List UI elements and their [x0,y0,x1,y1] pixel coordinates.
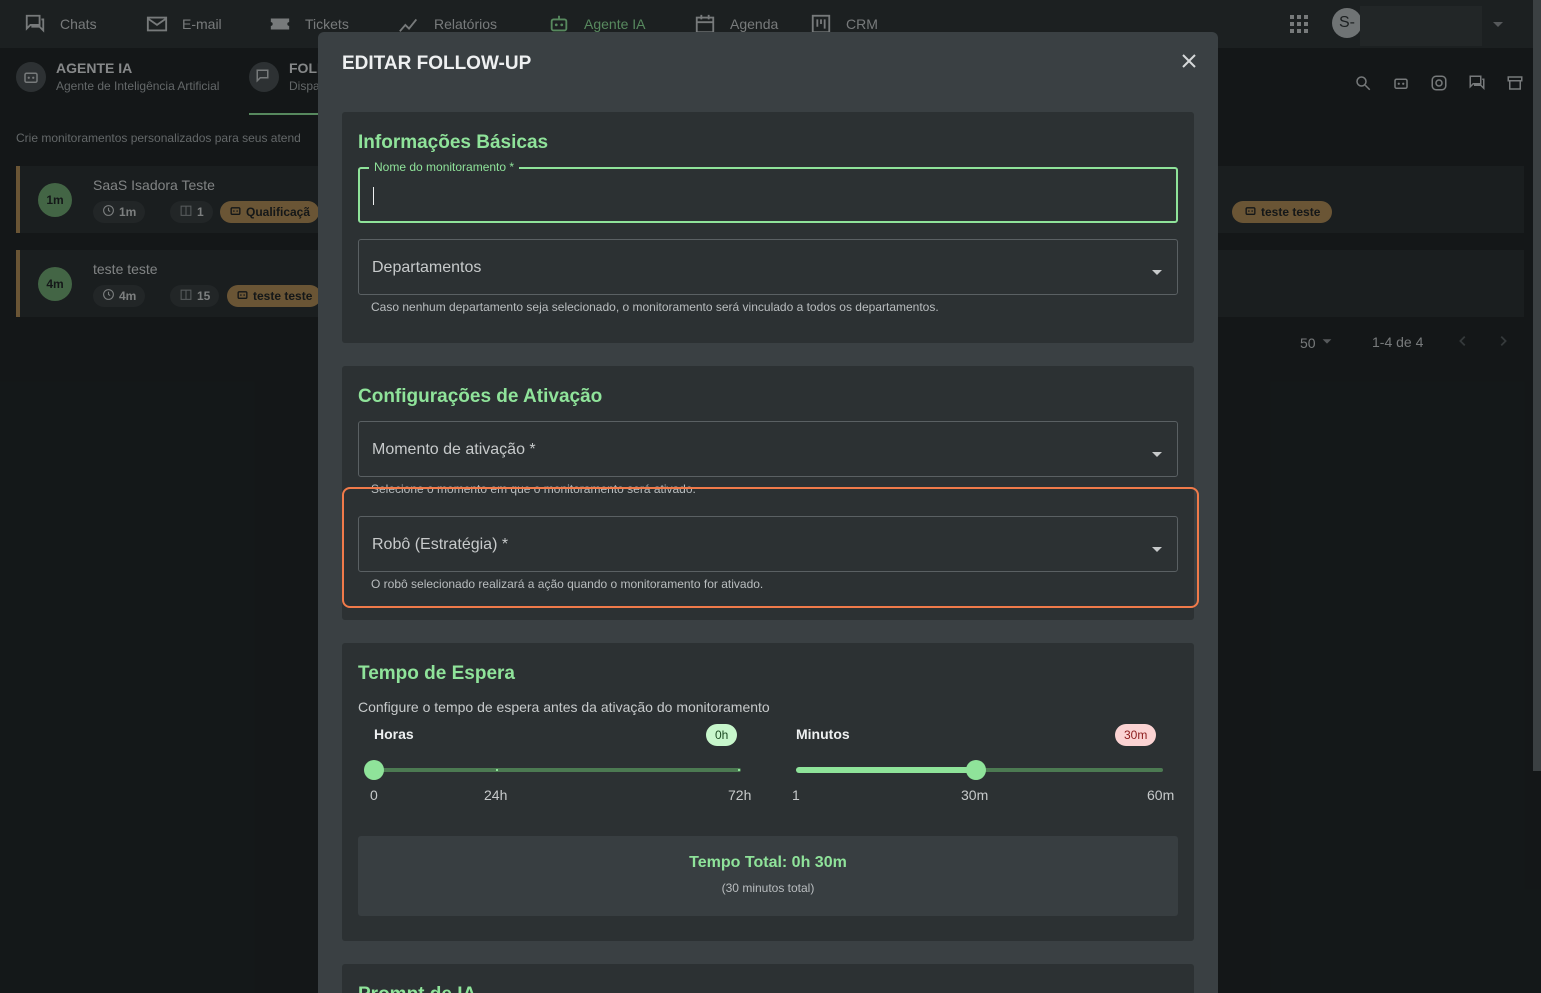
minutes-tick-label: 60m [1147,787,1175,803]
helper-text: Caso nenhum departamento seja selecionad… [371,300,939,314]
dialog-title: EDITAR FOLLOW-UP [342,53,532,74]
monitoring-name-input[interactable]: Nome do monitoramento * [358,160,1178,223]
minutes-slider-thumb[interactable] [966,760,987,780]
section-description: Configure o tempo de espera antes da ati… [358,699,770,715]
highlight-box [342,487,1199,608]
field-label: Departamentos [372,259,482,276]
hours-slider-thumb[interactable] [364,760,384,780]
section-title: Tempo de Espera [358,663,515,684]
page-scrollbar[interactable] [1533,0,1541,771]
minutes-badge: 30m [1115,724,1157,746]
field-label: Momento de ativação * [372,441,536,458]
section-title: Prompt de IA [358,984,476,993]
chevron-down-icon [1151,264,1163,282]
hours-tick-label: 0 [370,787,378,803]
total-time: Tempo Total: 0h 30m [689,854,847,871]
hours-tick-label: 24h [484,787,508,803]
minutes-tick-label: 30m [961,787,989,803]
total-time-minutes: (30 minutos total) [721,881,815,895]
hours-slider-tick [738,769,740,771]
chevron-down-icon [1151,446,1163,464]
activation-moment-select[interactable]: Momento de ativação * [358,421,1178,477]
minutes-slider-fill [796,767,977,773]
hours-slider-track[interactable] [374,768,741,772]
ai-prompt-section: Prompt de IA [342,964,1194,993]
hours-slider-tick [496,769,498,771]
departments-select[interactable]: Departamentos [358,239,1178,295]
text-cursor [373,187,374,205]
total-time-box: Tempo Total: 0h 30m (30 minutos total) [358,836,1178,916]
basic-info-section: Informações Básicas Nome do monitorament… [342,112,1194,343]
section-title: Informações Básicas [358,132,549,153]
hours-badge: 0h [706,724,738,746]
minutes-label: Minutos [796,726,850,742]
minutes-tick-label: 1 [792,787,800,803]
close-icon[interactable] [1178,50,1200,72]
hours-tick-label: 72h [728,787,752,803]
field-label: Nome do monitoramento * [369,160,520,174]
wait-time-section: Tempo de Espera Configure o tempo de esp… [342,643,1194,941]
edit-follow-up-dialog: EDITAR FOLLOW-UP Informações Básicas Nom… [318,32,1218,993]
hours-label: Horas [374,726,414,742]
section-title: Configurações de Ativação [358,386,603,407]
